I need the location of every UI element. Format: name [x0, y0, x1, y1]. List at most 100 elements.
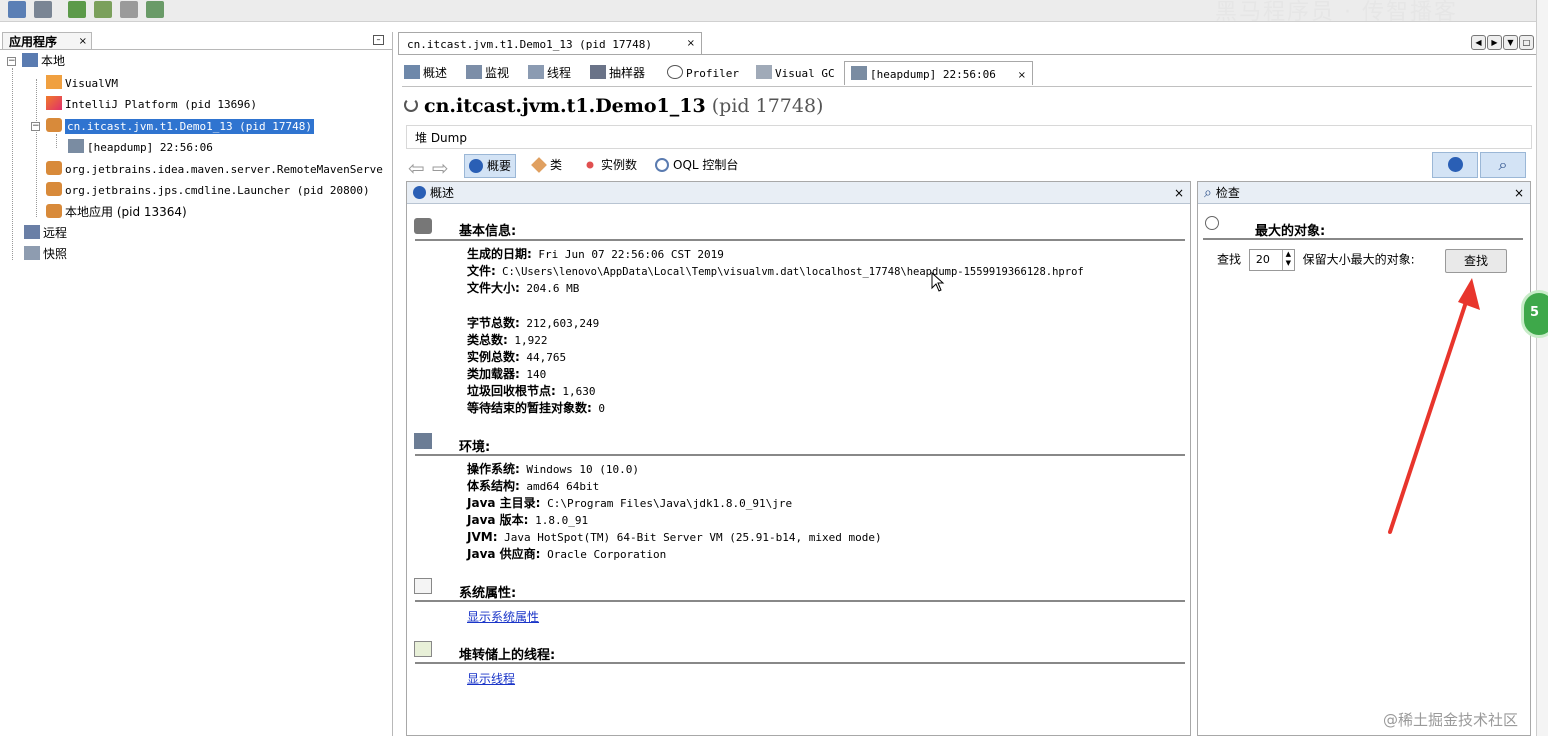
heapdump-label: 堆 Dump [406, 125, 1532, 149]
divider [0, 49, 393, 50]
floating-badge[interactable]: 5 [1521, 290, 1548, 338]
java-icon [46, 161, 62, 175]
heapdump-icon [68, 139, 84, 153]
tab-applications[interactable]: 应用程序 × [2, 32, 92, 50]
tree-node-jps-launcher[interactable]: org.jetbrains.jps.cmdline.Launcher (pid … [46, 181, 370, 200]
tree-node-demo1-13[interactable]: cn.itcast.jvm.t1.Demo1_13 (pid 17748) [46, 117, 315, 136]
heap-dump-tool-icon[interactable] [94, 1, 112, 18]
profiler-icon [667, 65, 683, 79]
magnifier-icon [1205, 216, 1219, 230]
java-icon [46, 118, 62, 132]
divider [398, 54, 1536, 55]
close-icon[interactable]: × [687, 33, 695, 55]
maximize-icon[interactable]: □ [1519, 35, 1534, 50]
info-os: 操作系统: Windows 10 (10.0) [467, 462, 640, 476]
info-date: 生成的日期: Fri Jun 07 22:56:06 CST 2019 [467, 247, 724, 261]
open-file-icon[interactable] [8, 1, 26, 18]
collapse-toggle[interactable]: − [31, 122, 40, 131]
tree-node-local[interactable]: 本地 [22, 52, 65, 71]
minimize-icon[interactable]: – [373, 35, 384, 45]
tree-node-maven-server[interactable]: org.jetbrains.idea.maven.server.RemoteMa… [46, 160, 391, 179]
back-arrow-icon[interactable]: ⇦ [408, 156, 425, 180]
tree-node-local-app[interactable]: 本地应用 (pid 13364) [46, 203, 187, 222]
heapdump-icon [851, 66, 867, 80]
classes-button[interactable]: 类 [528, 154, 566, 178]
divider [415, 239, 1185, 241]
info-java-vendor: Java 供应商: Oracle Corporation [467, 547, 667, 561]
divider [415, 600, 1185, 602]
oql-icon [655, 158, 669, 172]
tab-profiler[interactable]: Profiler [667, 61, 739, 85]
add-jmx-icon[interactable] [68, 1, 86, 18]
applications-panel: 应用程序 × – − 本地 VisualVM IntelliJ Platform… [0, 32, 393, 736]
tab-sampler[interactable]: 抽样器 [590, 61, 645, 85]
classes-icon [531, 157, 547, 173]
tab-label: 应用程序 [9, 35, 58, 49]
instances-icon [586, 161, 594, 169]
oql-console-button[interactable]: OQL 控制台 [651, 154, 742, 178]
overview-pane: 概述 × 基本信息: 生成的日期: Fri Jun 07 22:56:06 CS… [406, 181, 1191, 736]
view-toolbar: ⇦ ⇨ 概要 类 实例数 OQL 控制台 ⌕ [406, 152, 1532, 180]
tree-node-visualvm[interactable]: VisualVM [46, 74, 118, 93]
scroll-left-icon[interactable]: ◀ [1471, 35, 1486, 50]
tree-node-snapshots[interactable]: 快照 [24, 245, 67, 264]
info-file: 文件: C:\Users\lenovo\AppData\Local\Temp\v… [467, 264, 1084, 278]
section-title-sysprops: 系统属性: [459, 586, 517, 601]
show-threads-link[interactable]: 显示线程 [467, 670, 515, 687]
tab-visual-gc[interactable]: Visual GC [756, 61, 835, 85]
info-java-home: Java 主目录: C:\Program Files\Java\jdk1.8.0… [467, 496, 793, 510]
info-jvm: JVM: Java HotSpot(TM) 64-Bit Server VM (… [467, 530, 882, 544]
info-pending-finalization: 等待结束的暂挂对象数: 0 [467, 401, 606, 415]
annotation-arrow [1388, 278, 1480, 534]
inspect-header: ⌕ 检查 × [1198, 182, 1530, 204]
info-toggle-button[interactable] [1432, 152, 1478, 178]
summary-button[interactable]: 概要 [464, 154, 517, 178]
count-stepper[interactable]: 20 ▲ ▼ [1248, 249, 1295, 271]
instances-button[interactable]: 实例数 [579, 154, 641, 178]
forward-arrow-icon[interactable]: ⇨ [432, 156, 449, 180]
main-area: cn.itcast.jvm.t1.Demo1_13 (pid 17748) × … [398, 32, 1536, 736]
basic-info-icon [414, 218, 432, 234]
tab-overview[interactable]: 概述 [404, 61, 447, 85]
visualgc-icon [756, 65, 772, 79]
close-icon[interactable]: × [1514, 182, 1524, 204]
tab-list-icon[interactable]: ▼ [1503, 35, 1518, 50]
tab-monitor[interactable]: 监视 [466, 61, 509, 85]
window-edge [1536, 0, 1548, 736]
mouse-cursor-icon [931, 272, 945, 292]
divider [415, 454, 1185, 456]
doc-tab-label: cn.itcast.jvm.t1.Demo1_13 (pid 17748) [407, 38, 653, 51]
snapshot-tool-icon[interactable] [146, 1, 164, 18]
find-row: 查找 20 ▲ ▼ 保留大小最大的对象: [1217, 249, 1415, 271]
save-icon[interactable] [34, 1, 52, 18]
threads-icon [414, 641, 432, 657]
divider [1203, 238, 1523, 240]
tab-threads[interactable]: 线程 [528, 61, 571, 85]
java-icon [46, 204, 62, 218]
tree-line [12, 68, 13, 260]
tab-heapdump[interactable]: [heapdump] 22:56:06 × [844, 61, 1034, 85]
close-icon[interactable]: × [1018, 70, 1026, 81]
show-system-properties-link[interactable]: 显示系统属性 [467, 608, 539, 625]
watermark-bottom: @稀土掘金技术社区 [1383, 711, 1519, 729]
environment-icon [414, 433, 432, 449]
watermark-top: 黑马程序员 · 传智播客 [1215, 0, 1458, 25]
inspect-toggle-button[interactable]: ⌕ [1480, 152, 1526, 178]
tab-demo1-13[interactable]: cn.itcast.jvm.t1.Demo1_13 (pid 17748) × [398, 32, 702, 54]
remote-icon [24, 225, 40, 239]
scroll-right-icon[interactable]: ▶ [1487, 35, 1502, 50]
close-icon[interactable]: × [1174, 182, 1184, 204]
collapse-toggle[interactable]: − [7, 57, 16, 66]
intellij-icon [46, 96, 62, 110]
tree-node-intellij[interactable]: IntelliJ Platform (pid 13696) [46, 95, 257, 114]
system-properties-icon [414, 578, 432, 594]
main-toolbar: 黑马程序员 · 传智播客 [0, 0, 1548, 25]
monitor-icon [466, 65, 482, 79]
thread-dump-tool-icon[interactable] [120, 1, 138, 18]
tree-node-heapdump[interactable]: [heapdump] 22:56:06 [68, 138, 213, 157]
spinner-arrows-icon[interactable]: ▲ ▼ [1281, 250, 1294, 270]
section-title-threads: 堆转储上的线程: [459, 648, 556, 663]
computer-icon [22, 53, 38, 67]
tree-line [56, 134, 57, 148]
tree-node-remote[interactable]: 远程 [24, 224, 67, 243]
